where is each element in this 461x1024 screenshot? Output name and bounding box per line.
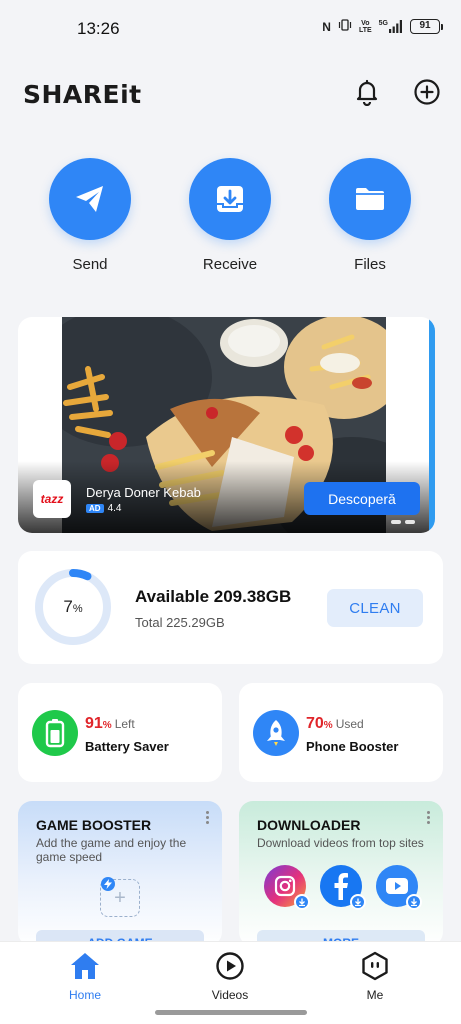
ad-banner[interactable]: tazz Derya Doner Kebab AD 4.4 Descoperă xyxy=(18,317,435,533)
nav-videos[interactable]: Videos xyxy=(190,949,270,1002)
game-booster-desc: Add the game and enjoy the game speed xyxy=(36,836,187,864)
nav-videos-label: Videos xyxy=(211,988,249,1002)
vibrate-icon xyxy=(338,18,352,35)
nfc-icon: N xyxy=(322,19,331,34)
status-bar: 13:26 N Vo LTE 5G 91 xyxy=(0,0,461,58)
game-booster-card[interactable]: GAME BOOSTER Add the game and enjoy the … xyxy=(18,801,222,946)
tazz-logo: tazz xyxy=(33,480,71,518)
play-circle-icon xyxy=(190,949,270,983)
volte-icon: Vo LTE xyxy=(358,19,372,34)
battery-saver-label: Battery Saver xyxy=(85,739,169,754)
storage-card: 7% Available 209.38GB Total 225.29GB CLE… xyxy=(18,551,443,664)
phone-booster-label: Phone Booster xyxy=(306,739,399,754)
ad-meta: AD 4.4 xyxy=(86,503,121,514)
status-icons: N Vo LTE 5G 91 xyxy=(322,18,443,35)
rocket-icon xyxy=(253,710,299,756)
more-options-icon[interactable] xyxy=(204,811,210,824)
bell-icon[interactable] xyxy=(349,74,385,110)
nav-me[interactable]: Me xyxy=(335,949,415,1002)
game-booster-title: GAME BOOSTER xyxy=(36,817,152,833)
nav-home[interactable]: Home xyxy=(45,949,125,1002)
facebook-icon[interactable] xyxy=(320,865,366,910)
more-options-icon[interactable] xyxy=(425,811,431,824)
battery-level: 91 xyxy=(410,19,440,34)
downloader-card[interactable]: DOWNLOADER Download videos from top site… xyxy=(239,801,443,946)
downloader-title: DOWNLOADER xyxy=(257,817,361,833)
downloader-desc: Download videos from top sites xyxy=(257,836,424,850)
status-time: 13:26 xyxy=(77,19,120,38)
receive-button[interactable]: Receive xyxy=(180,158,280,273)
send-label: Send xyxy=(72,256,108,273)
ad-next-card-edge xyxy=(429,317,435,533)
ad-title: Derya Doner Kebab xyxy=(86,485,201,500)
storage-percent: 7% xyxy=(63,597,83,616)
signal-icon: 5G xyxy=(379,20,403,33)
receive-label: Receive xyxy=(202,256,258,273)
ad-badge: AD xyxy=(86,504,104,513)
send-button[interactable]: Send xyxy=(40,158,140,273)
home-indicator[interactable] xyxy=(155,1010,307,1015)
app-header: SHAREit xyxy=(0,70,461,114)
ad-pagination xyxy=(391,520,415,524)
profile-icon xyxy=(335,949,415,983)
clean-button[interactable]: CLEAN xyxy=(327,589,423,627)
folder-icon xyxy=(329,158,411,240)
bolt-icon xyxy=(101,877,115,891)
paper-plane-icon xyxy=(49,158,131,240)
youtube-icon[interactable] xyxy=(376,865,422,910)
nav-me-label: Me xyxy=(366,988,384,1002)
instagram-icon[interactable] xyxy=(264,865,310,910)
storage-available: Available 209.38GB xyxy=(135,587,292,606)
battery-percent: 91% Left xyxy=(85,715,135,732)
app-logo: SHAREit xyxy=(23,80,142,109)
battery-icon: 91 xyxy=(410,19,443,34)
quick-actions: Send Receive Files xyxy=(0,158,461,278)
home-icon xyxy=(45,949,125,983)
battery-saver-icon xyxy=(32,710,78,756)
storage-total: Total 225.29GB xyxy=(135,615,225,630)
plus-circle-icon[interactable] xyxy=(409,74,445,110)
files-button[interactable]: Files xyxy=(320,158,420,273)
nav-home-label: Home xyxy=(68,988,101,1002)
files-label: Files xyxy=(354,256,386,273)
booster-percent: 70% Used xyxy=(306,715,364,732)
download-tray-icon xyxy=(189,158,271,240)
battery-saver-card[interactable]: 91% Left Battery Saver xyxy=(18,683,222,782)
ad-cta-button[interactable]: Descoperă xyxy=(304,482,420,515)
ad-rating: 4.4 xyxy=(107,503,122,514)
phone-booster-card[interactable]: 70% Used Phone Booster xyxy=(239,683,443,782)
